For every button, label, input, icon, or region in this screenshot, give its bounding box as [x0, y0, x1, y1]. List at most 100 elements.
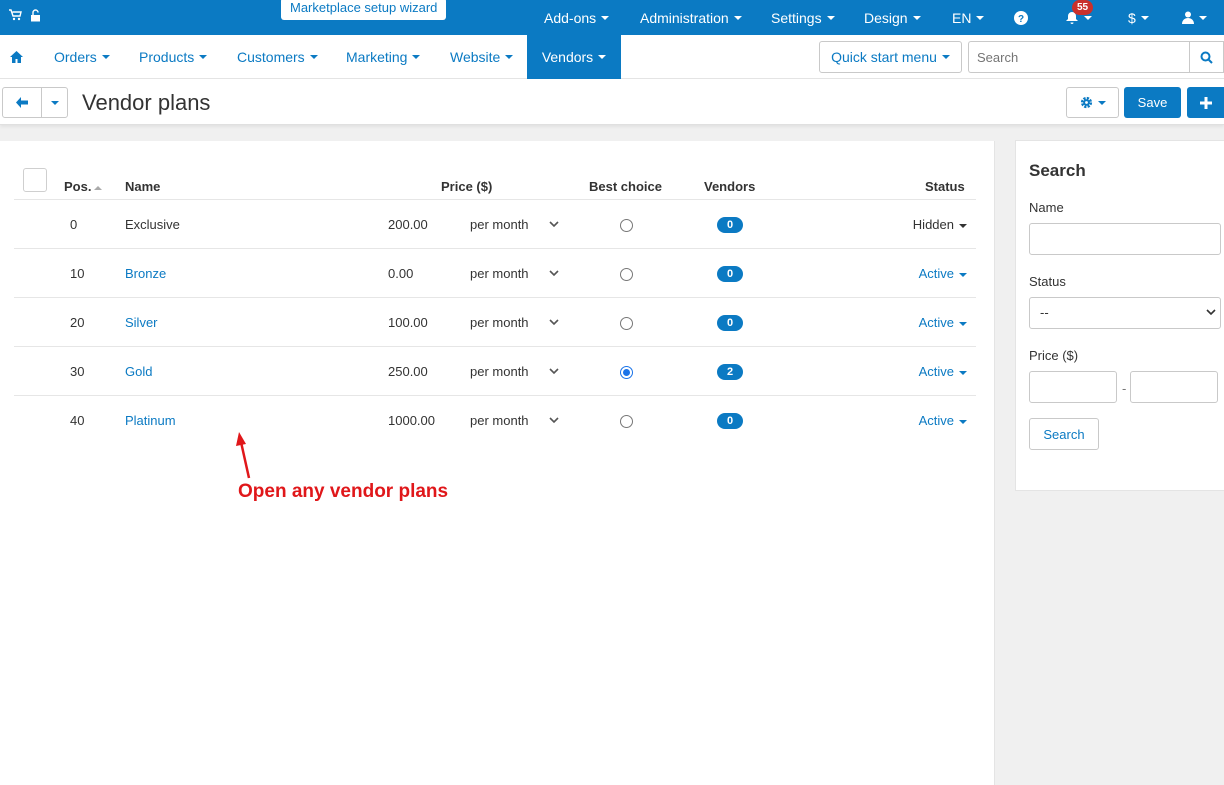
menu-addons[interactable]: Add-ons [544, 0, 610, 35]
plan-position: 0 [70, 217, 78, 232]
arrow-left-icon [16, 97, 28, 108]
menu-currency[interactable]: $ [1128, 0, 1149, 35]
global-search-input[interactable] [968, 41, 1190, 73]
name-label: Name [1029, 200, 1064, 215]
menu-addons-label: Add-ons [544, 9, 597, 26]
vendors-count-badge[interactable]: 0 [717, 315, 743, 331]
chevron-down-icon [601, 15, 610, 20]
quick-start-menu-button[interactable]: Quick start menu [819, 41, 962, 73]
status-dropdown[interactable]: Active [919, 298, 967, 347]
nav-orders[interactable]: Orders [54, 35, 110, 79]
best-choice-radio[interactable] [620, 268, 633, 281]
marketplace-setup-wizard-button[interactable]: Marketplace setup wizard [281, 0, 447, 20]
plan-name: Exclusive [125, 217, 180, 232]
nav-products[interactable]: Products [139, 35, 208, 79]
status-label: Active [918, 266, 954, 281]
plan-position: 30 [70, 364, 85, 379]
nav-vendors[interactable]: Vendors [527, 35, 621, 79]
col-header-name[interactable]: Name [125, 179, 160, 194]
search-icon[interactable] [1189, 41, 1224, 73]
table-row: 10 Bronze 0.00 per month 0 Active [0, 249, 995, 298]
nav-orders-label: Orders [54, 49, 97, 65]
status-label: Status [1029, 274, 1066, 289]
chevron-down-icon [959, 419, 967, 424]
price-from-field[interactable] [1029, 371, 1117, 403]
chevron-down-icon[interactable] [549, 298, 559, 347]
menu-administration[interactable]: Administration [640, 0, 742, 35]
chevron-down-icon[interactable] [549, 396, 559, 445]
vendors-count-badge[interactable]: 2 [717, 364, 743, 380]
plan-period-select[interactable]: per month [470, 396, 529, 445]
notifications-count-badge: 55 [1072, 0, 1094, 15]
settings-dropdown-button[interactable] [1066, 87, 1119, 118]
back-button[interactable] [2, 87, 42, 118]
help-icon[interactable]: ? [1014, 0, 1028, 35]
plan-position: 40 [70, 413, 85, 428]
chevron-down-icon [733, 15, 742, 20]
chevron-down-icon [309, 55, 318, 59]
plan-name[interactable]: Silver [125, 298, 158, 347]
nav-vendors-label: Vendors [541, 49, 594, 65]
plan-period-select[interactable]: per month [470, 200, 529, 249]
price-range-dash: - [1122, 381, 1127, 396]
sort-asc-icon [94, 185, 103, 190]
status-dropdown[interactable]: Active [919, 396, 967, 445]
status-label: Active [918, 413, 954, 428]
status-dropdown[interactable]: Hidden [913, 200, 967, 249]
col-header-pos-label: Pos. [64, 179, 92, 194]
plan-period-select[interactable]: per month [470, 347, 529, 396]
chevron-down-icon[interactable] [549, 347, 559, 396]
plan-name[interactable]: Bronze [125, 249, 166, 298]
plan-period-select[interactable]: per month [470, 298, 529, 347]
nav-customers[interactable]: Customers [237, 35, 318, 79]
col-header-status[interactable]: Status [925, 179, 965, 194]
status-select-value: -- [1040, 305, 1049, 320]
chevron-down-icon [1084, 15, 1092, 20]
home-icon[interactable] [10, 35, 23, 79]
sidebar-search-button[interactable]: Search [1029, 418, 1099, 450]
plan-name[interactable]: Platinum [125, 396, 176, 445]
col-header-pos[interactable]: Pos. [64, 179, 103, 194]
menu-currency-label: $ [1128, 9, 1136, 26]
vendors-count-badge[interactable]: 0 [717, 217, 743, 233]
best-choice-radio[interactable] [620, 415, 633, 428]
back-dropdown-button[interactable] [41, 87, 68, 118]
plan-period-select[interactable]: per month [470, 249, 529, 298]
menu-design[interactable]: Design [864, 0, 921, 35]
vendors-count-badge[interactable]: 0 [717, 266, 743, 282]
chevron-down-icon [199, 55, 208, 59]
add-plan-button[interactable] [1187, 87, 1224, 118]
table-row: 40 Platinum 1000.00 per month 0 Active [0, 396, 995, 445]
vendors-count-badge[interactable]: 0 [717, 413, 743, 429]
sidebar-title: Search [1029, 161, 1086, 180]
best-choice-radio[interactable] [620, 317, 633, 330]
top-bar: Marketplace setup wizard Add-ons Adminis… [0, 0, 1224, 35]
gear-icon [1080, 96, 1092, 109]
cart-icon[interactable] [9, 9, 22, 25]
menu-administration-label: Administration [640, 9, 729, 26]
unlock-icon[interactable] [30, 9, 41, 25]
name-field[interactable] [1029, 223, 1221, 255]
save-button[interactable]: Save [1124, 87, 1181, 118]
nav-website[interactable]: Website [450, 35, 514, 79]
nav-marketing-label: Marketing [346, 49, 408, 65]
menu-user[interactable] [1182, 0, 1207, 35]
status-dropdown[interactable]: Active [919, 249, 967, 298]
col-header-price: Price ($) [441, 179, 493, 194]
price-to-field[interactable] [1130, 371, 1218, 403]
menu-language[interactable]: EN [952, 0, 985, 35]
chevron-down-icon [505, 55, 514, 59]
nav-marketing[interactable]: Marketing [346, 35, 421, 79]
status-select[interactable]: -- [1029, 297, 1221, 329]
vendor-plans-table-panel: Pos. Name Price ($) Best choice Vendors … [0, 141, 995, 785]
best-choice-radio[interactable] [620, 219, 633, 232]
best-choice-radio[interactable] [620, 366, 633, 379]
chevron-down-icon[interactable] [549, 200, 559, 249]
plan-name[interactable]: Gold [125, 347, 152, 396]
chevron-down-icon[interactable] [549, 249, 559, 298]
menu-settings[interactable]: Settings [771, 0, 835, 35]
status-dropdown[interactable]: Active [919, 347, 967, 396]
chevron-down-icon [598, 55, 607, 59]
select-all-checkbox[interactable] [23, 168, 47, 192]
annotation-arrow [230, 432, 256, 485]
